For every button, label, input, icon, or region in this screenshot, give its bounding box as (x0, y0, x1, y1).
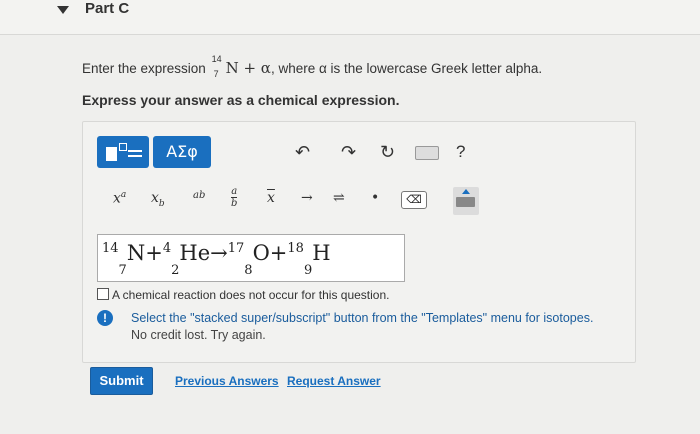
reset-icon[interactable]: ↻ (380, 142, 395, 162)
fraction-template-button[interactable]: ab (231, 186, 238, 210)
operator: → (210, 241, 228, 265)
answer-input[interactable]: 147N+42He→178O+189H (97, 234, 405, 282)
keyboard-icon (456, 197, 475, 207)
element-symbol: He (179, 241, 211, 265)
part-title: Part C (85, 0, 130, 17)
reaction-arrow-button[interactable]: → (301, 190, 313, 206)
dot-button[interactable]: • (371, 190, 379, 206)
answer-expression: 147N+42He→178O+189H (102, 241, 331, 278)
vector-template-button[interactable]: x (267, 190, 275, 206)
atomic-number: 9 (303, 263, 313, 278)
isotope-term: 17 8O (227, 241, 270, 278)
info-icon: ! (97, 310, 113, 326)
equilibrium-arrow-button[interactable]: ⇌ (333, 190, 345, 206)
operator: + (269, 241, 288, 265)
answer-panel: ΑΣφ ↶ ↷ ↻ ? xa xb ab ab x → ⇌ • ⌫ 147N+4… (82, 121, 636, 363)
no-reaction-label: A chemical reaction does not occur for t… (112, 288, 390, 302)
operator: + (145, 241, 163, 265)
subscript-template-button[interactable]: xb (151, 190, 165, 209)
submit-button[interactable]: Submit (90, 367, 153, 395)
mass-number: 14 (102, 241, 119, 256)
greek-letters-button[interactable]: ΑΣφ (153, 136, 211, 168)
no-reaction-option[interactable]: A chemical reaction does not occur for t… (97, 288, 389, 302)
atomic-number: 8 (244, 263, 253, 278)
isotope-notation: 14 7 (211, 54, 222, 79)
mass-number: 18 (287, 241, 304, 256)
request-answer-link[interactable]: Request Answer (287, 374, 381, 388)
previous-answers-link[interactable]: Previous Answers (175, 374, 279, 388)
prompt-after: , where α is the lowercase Greek letter … (270, 61, 543, 76)
mass-number: 17 (227, 241, 245, 256)
feedback-credit: No credit lost. Try again. (131, 328, 266, 342)
isotope-term: 14 7N (102, 241, 146, 278)
stacked-supsub-template-button[interactable]: ab (193, 186, 205, 202)
help-button[interactable]: ? (456, 142, 465, 162)
templates-toolbar: xa xb ab ab x → ⇌ • ⌫ (97, 184, 617, 220)
atomic-number: 2 (171, 263, 180, 278)
atomic-number: 7 (118, 263, 127, 278)
templates-button[interactable] (97, 136, 149, 168)
collapse-caret-icon[interactable] (57, 6, 69, 14)
element-symbol: N (126, 241, 146, 265)
isotope-term: 4 2He (162, 241, 211, 278)
delete-button[interactable]: ⌫ (401, 191, 427, 209)
question-prompt: Enter the expression 14 7 N + α, where α i… (82, 54, 543, 79)
keyboard-toggle-button[interactable] (453, 187, 479, 215)
part-header[interactable]: Part C (0, 0, 700, 35)
keyboard-icon[interactable] (415, 146, 439, 160)
undo-icon[interactable]: ↶ (295, 142, 310, 162)
delete-icon: ⌫ (406, 194, 422, 206)
no-reaction-checkbox[interactable] (97, 288, 109, 300)
answer-instruction: Express your answer as a chemical expres… (82, 92, 400, 108)
mass-number: 4 (162, 241, 172, 256)
prompt-expression: N + α (225, 59, 271, 77)
element-symbol: O (252, 241, 270, 265)
element-symbol: H (312, 241, 331, 265)
chevron-up-icon (462, 189, 470, 194)
feedback-hint: Select the "stacked super/subscript" but… (131, 311, 594, 325)
prompt-before: Enter the expression (82, 61, 210, 76)
redo-icon[interactable]: ↷ (341, 142, 356, 162)
template-icon (106, 147, 117, 161)
isotope-term: 18 9H (287, 241, 331, 278)
superscript-template-button[interactable]: xa (113, 190, 126, 207)
